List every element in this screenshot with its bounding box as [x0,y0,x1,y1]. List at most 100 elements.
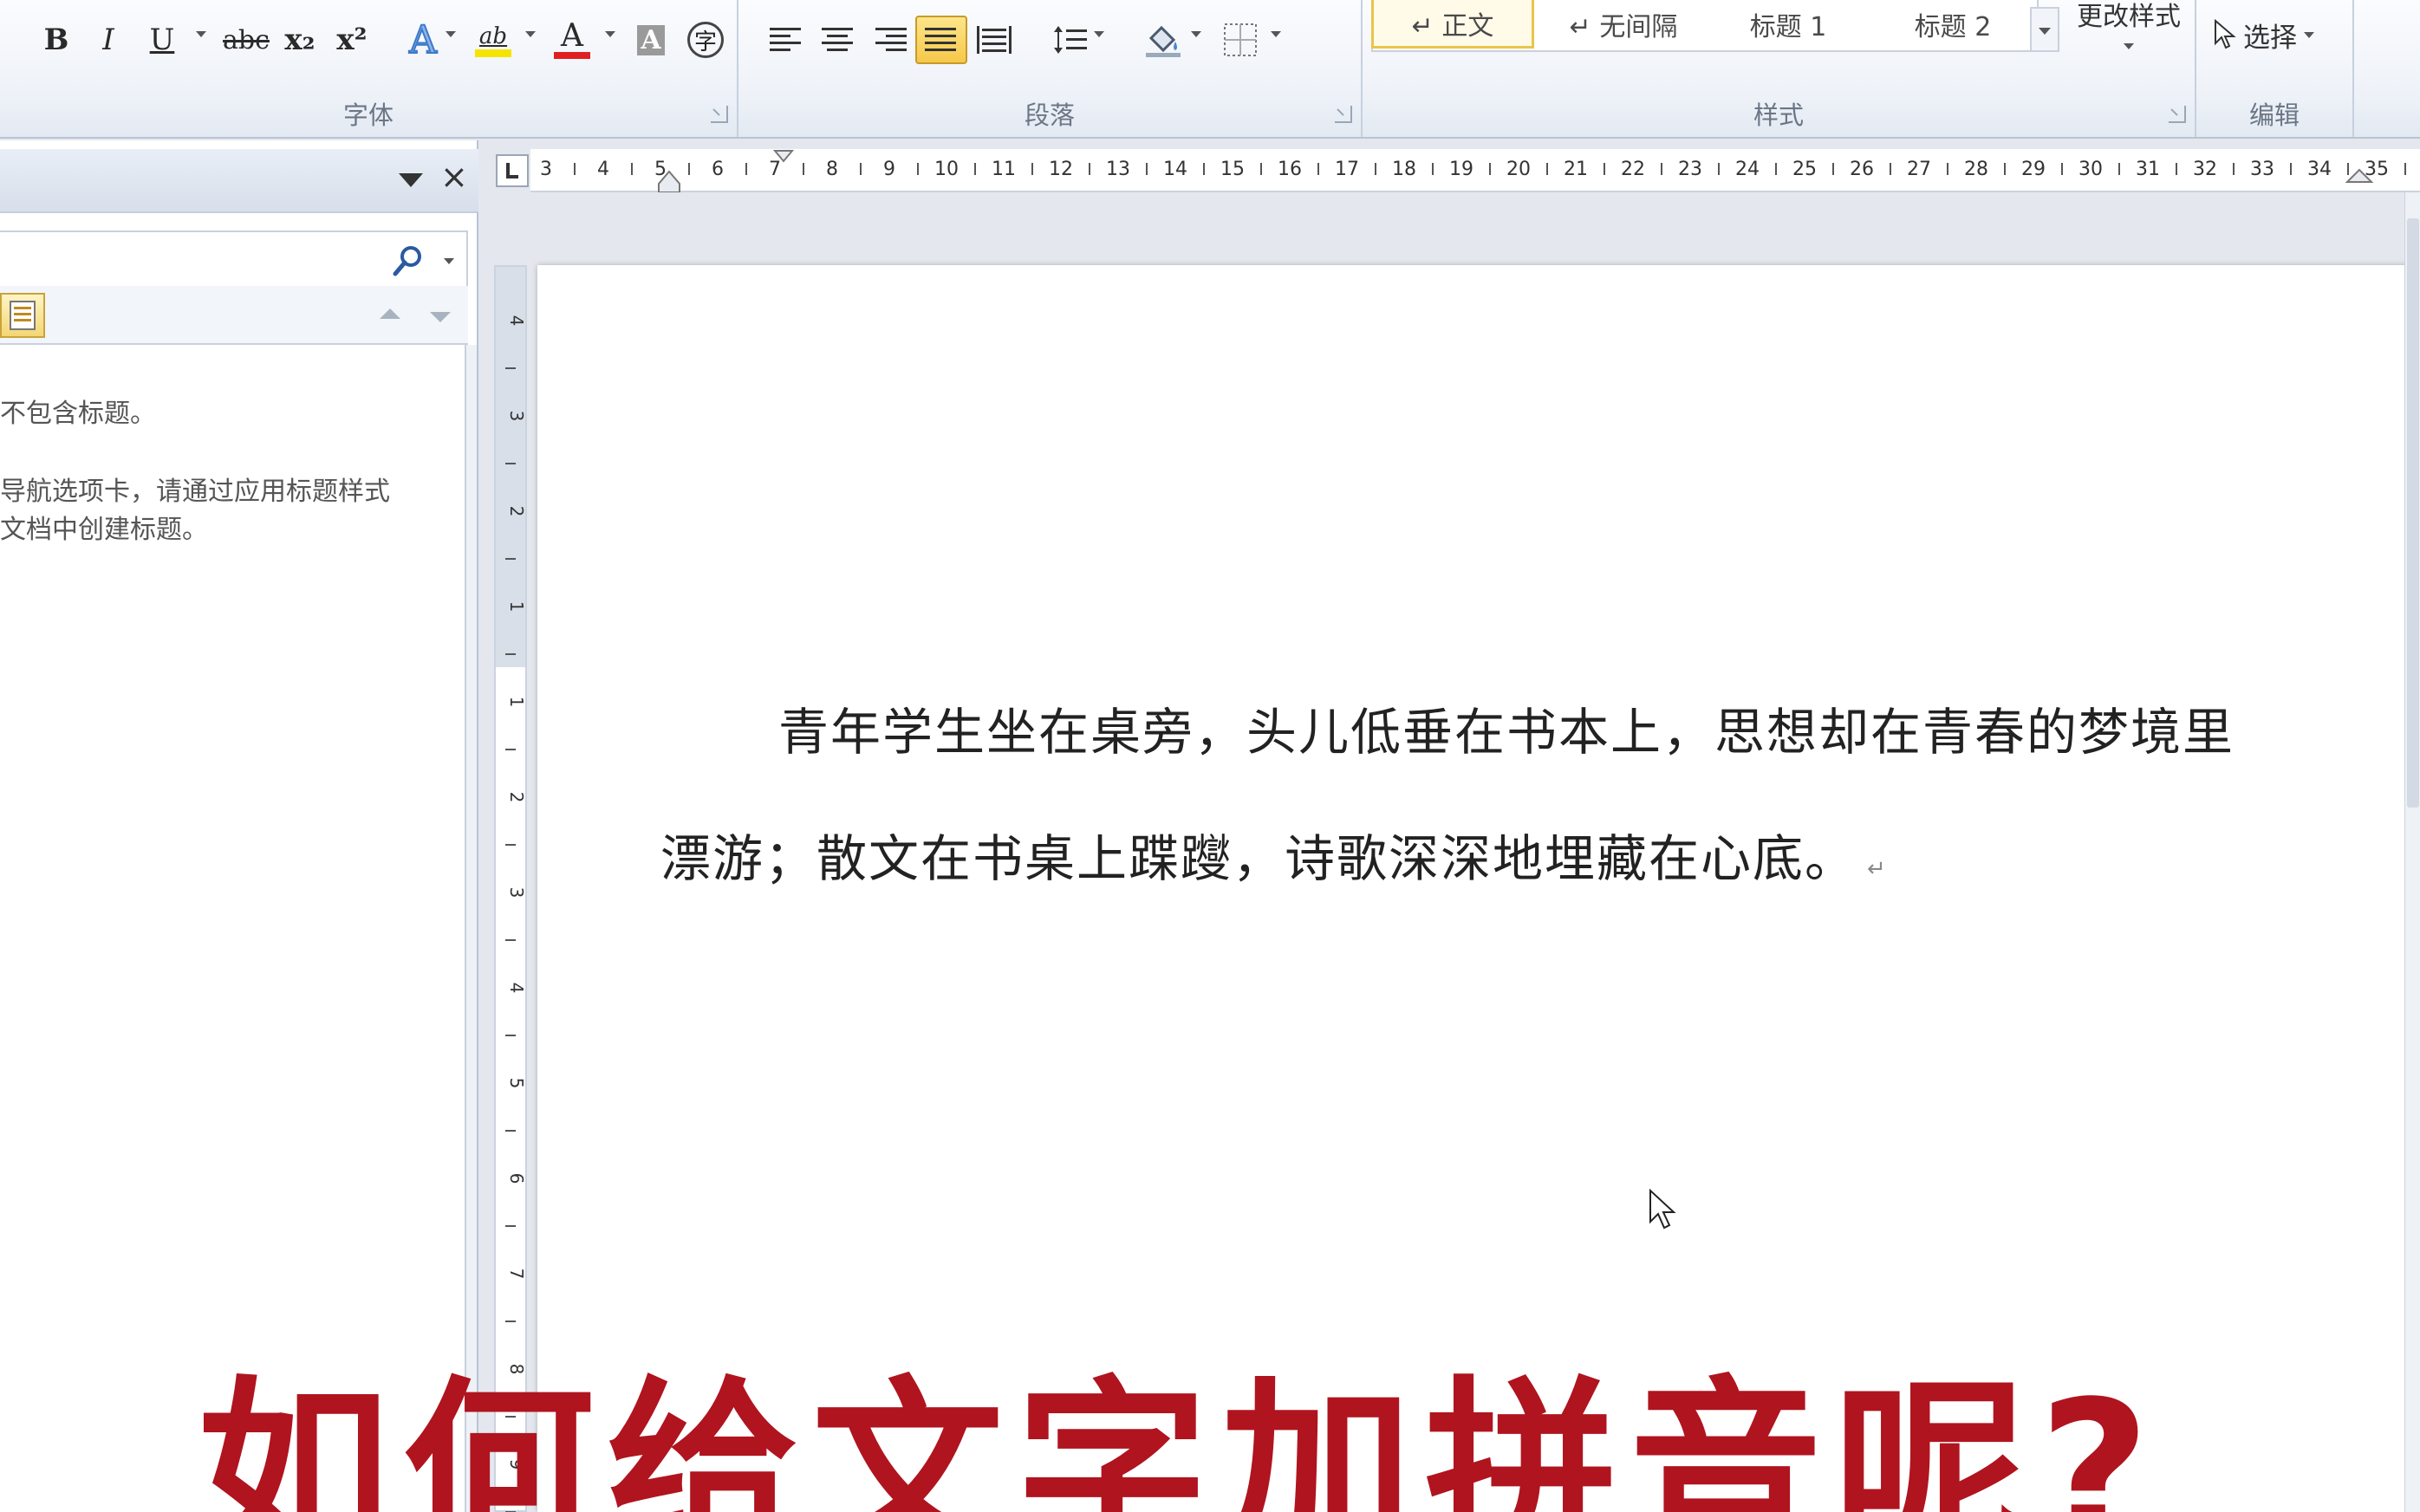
document-line-1[interactable]: 青年学生坐在桌旁，头儿低垂在书本上，思想却在青春的梦境里 [778,691,2235,764]
justify-button[interactable] [915,16,967,64]
next-result-icon[interactable] [430,312,451,322]
ruler-number: 33 [2250,159,2274,180]
previous-result-icon[interactable] [380,308,400,319]
align-left-button[interactable] [764,16,808,64]
vertical-ruler-tick [505,844,516,846]
underline-dropdown-icon[interactable] [196,31,206,37]
editing-group-label: 编辑 [2248,101,2300,130]
nav-pane-menu-icon[interactable] [399,173,423,187]
ruler-tick [688,163,690,175]
shading-dropdown-icon[interactable] [1191,31,1201,37]
ruler-number: 32 [2193,159,2217,180]
nav-pane-header: × [0,149,478,213]
style-heading-2[interactable]: 标题 2 [1870,0,2035,49]
font-color-dropdown-icon[interactable] [605,31,615,37]
horizontal-ruler-ticks: 3 4 5 6 7 8 9 10 11 12 13 14 15 16 17 18 19 20 21 22 23 24 25 2… [540,150,2406,193]
nav-message-line-1: 不包含标题。 [0,399,156,429]
ruler-tick [631,163,633,175]
navigation-pane: × 不包含标题。 导航选项卡，请通过应用标题样式 文档中创建标题。 [0,140,478,1512]
ruler-tick [1031,163,1033,175]
nav-message-line-3: 文档中创建标题。 [0,515,208,545]
underline-button[interactable]: U [140,16,184,64]
justify-icon [925,28,956,51]
styles-gallery-more-button[interactable] [2030,7,2059,52]
align-right-icon [875,28,907,51]
tab-selector-button[interactable] [496,154,529,187]
ruler-tick [1203,163,1205,175]
ruler-tick [1317,163,1319,175]
vertical-ruler-number: 4 [506,983,525,994]
align-center-button[interactable] [816,16,860,64]
paragraph-dialog-launcher-icon[interactable] [1335,106,1352,123]
vertical-scrollbar[interactable] [2404,192,2420,1512]
char-shading-button[interactable]: A [629,16,673,64]
line-spacing-icon [1054,26,1087,54]
align-left-icon [770,28,801,51]
vertical-ruler-tick [505,1035,516,1036]
change-styles-button[interactable]: 更改样式 [2066,0,2191,64]
ruler-tick [1432,163,1434,175]
vertical-ruler-tick [505,558,516,560]
ruler-number: 23 [1678,159,1702,180]
select-button[interactable]: 选择 [2212,10,2351,59]
ruler-tick [974,163,976,175]
style-no-spacing[interactable]: ↵ 无间隔 [1541,0,1706,49]
vertical-ruler-number: 5 [506,1078,525,1089]
borders-dropdown-icon[interactable] [1271,31,1281,37]
ruler-number: 14 [1163,159,1187,180]
ruler-tick [1890,163,1891,175]
ruler-number: 21 [1564,159,1588,180]
subscript-button[interactable]: x₂ [276,16,324,64]
styles-dialog-launcher-icon[interactable] [2169,106,2186,123]
nav-pane-splitter[interactable] [465,345,477,1512]
highlight-button[interactable]: ab [468,16,518,64]
search-icon[interactable] [392,244,426,279]
vertical-ruler[interactable]: 4321123456789 [494,265,527,1512]
nav-search-box[interactable] [0,230,468,291]
text-effects-dropdown-icon[interactable] [446,31,456,37]
strikethrough-button[interactable]: abc [218,16,274,64]
paragraph-mark: ↵ [1867,856,1888,882]
font-group: B I U abc x₂ x² A ab A A 字 字体 [0,0,738,137]
ruler-number: 30 [2078,159,2103,180]
vertical-ruler-tick [505,1321,516,1322]
ruler-tick [1604,163,1605,175]
vertical-ruler-tick [505,1225,516,1227]
paragraph-group: 段落 [738,0,1363,137]
highlight-dropdown-icon[interactable] [525,31,536,37]
line-spacing-dropdown-icon[interactable] [1094,31,1104,37]
line-spacing-button[interactable] [1049,16,1092,64]
bold-button[interactable]: B [35,16,78,64]
font-dialog-launcher-icon[interactable] [711,106,728,123]
search-options-dropdown-icon[interactable] [444,258,454,264]
pages-list-icon [10,301,36,330]
scrollbar-thumb[interactable] [2407,218,2419,808]
ruler-tick [2004,163,2006,175]
ruler-tick [860,163,862,175]
distributed-icon [977,26,1012,54]
browse-results-tab[interactable] [0,293,45,338]
ruler-tick [2404,163,2406,175]
font-color-button[interactable]: A [548,16,596,64]
font-group-label: 字体 [342,101,394,130]
shading-button[interactable] [1139,16,1187,64]
align-right-button[interactable] [870,16,914,64]
styles-group: ↵ 正文 ↵ 无间隔 标题 1 标题 2 更改样式 样式 [1363,0,2196,137]
horizontal-ruler[interactable]: 3 4 5 6 7 8 9 10 11 12 13 14 15 16 17 18 19 20 21 22 23 24 25 2… [530,149,2420,193]
superscript-button[interactable]: x² [328,16,376,64]
ruler-tick [1775,163,1777,175]
enclose-characters-button[interactable]: 字 [681,16,730,64]
style-heading-1[interactable]: 标题 1 [1706,0,1870,49]
vertical-ruler-number: 1 [506,601,525,613]
ruler-tick [2347,163,2349,175]
text-effects-button[interactable]: A [399,16,447,64]
distributed-button[interactable] [973,16,1016,64]
ruler-tick [2118,163,2120,175]
document-page[interactable]: 青年学生坐在桌旁，头儿低垂在书本上，思想却在青春的梦境里 漂游；散文在书桌上蹀躞… [537,265,2410,1512]
borders-button[interactable] [1219,16,1262,64]
ruler-tick [1947,163,1948,175]
italic-button[interactable]: I [87,16,130,64]
nav-pane-close-icon[interactable]: × [440,159,468,194]
document-line-2[interactable]: 漂游；散文在书桌上蹀躞，诗歌深深地埋藏在心底。 ↵ [660,818,1888,891]
style-normal[interactable]: ↵ 正文 [1371,0,1534,49]
